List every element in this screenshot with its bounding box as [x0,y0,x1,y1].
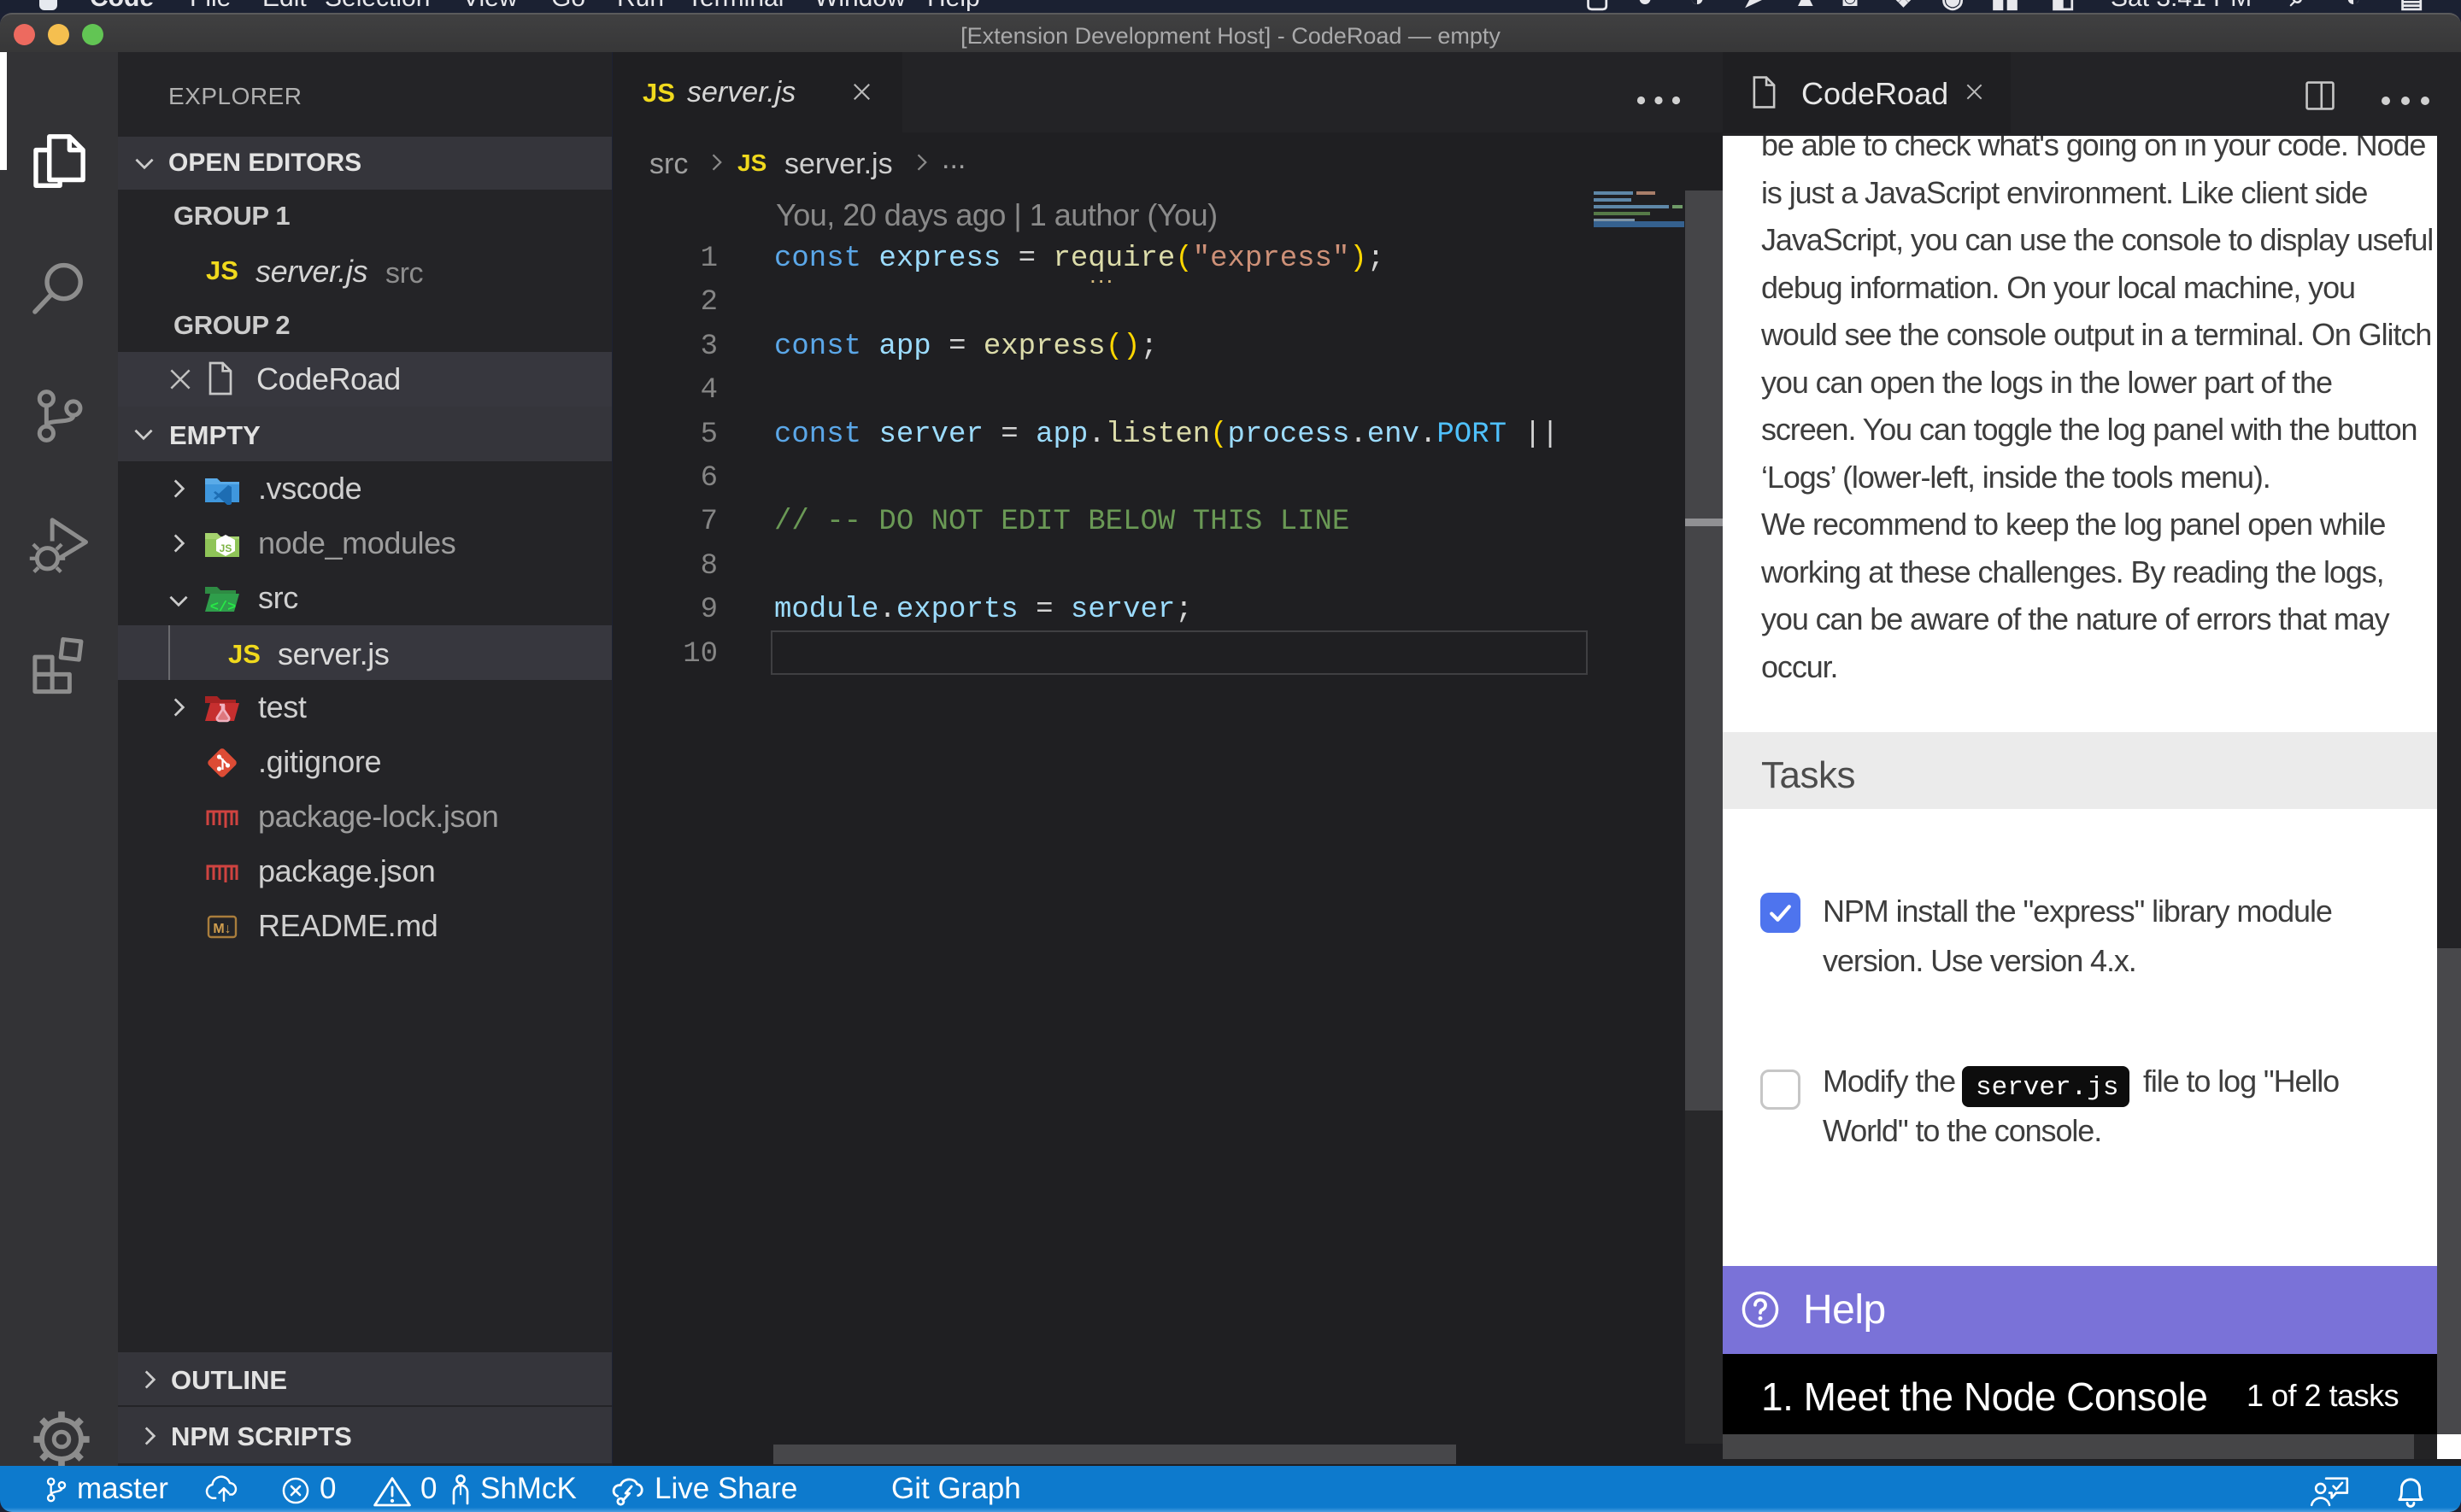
svg-text:JS: JS [220,542,232,554]
svg-text:</>: </> [210,600,237,614]
svg-text:M↓: M↓ [213,922,231,936]
